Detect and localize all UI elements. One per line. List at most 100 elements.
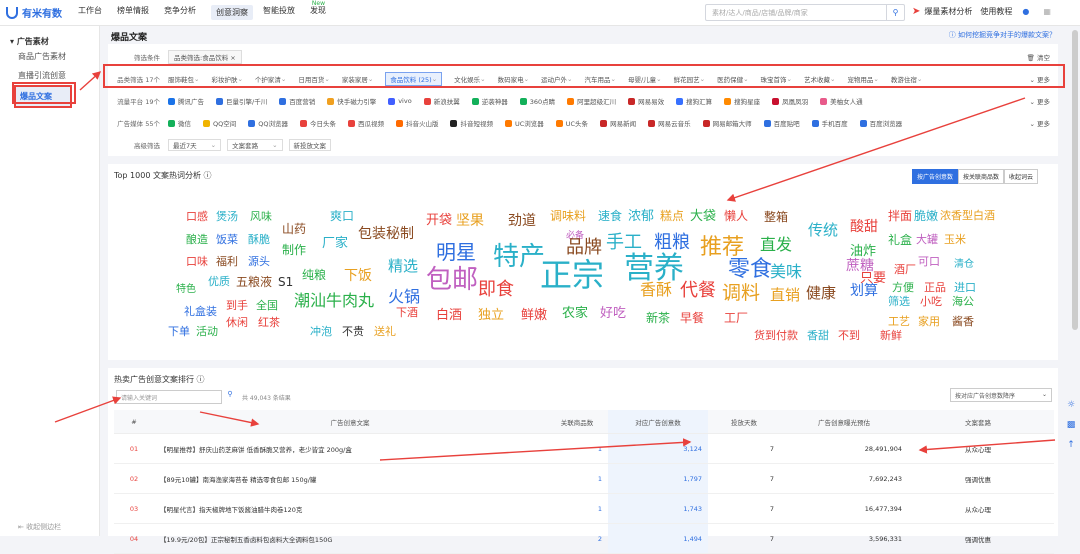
adv-option-9[interactable]: 网易新闻 (600, 118, 636, 128)
advanced-select-1[interactable]: 文案套路 ⌄ (227, 139, 283, 151)
media-logo-icon (388, 97, 396, 105)
adv-option-5[interactable]: 抖音火山版 (395, 118, 439, 128)
tutorial-link[interactable]: 使用教程 (980, 6, 1012, 17)
adv-option-12[interactable]: 百度贴吧 (763, 118, 800, 128)
media-more-button[interactable]: ⌄ 更多 (1029, 96, 1050, 106)
adv-more-button[interactable]: ⌄ 更多 (1029, 118, 1050, 128)
cell-ads-text: 1,797 (683, 474, 702, 483)
wordcloud-word: 礼盒装 (184, 305, 217, 318)
media-option-4[interactable]: vivo (388, 97, 412, 105)
adv-option-13[interactable]: 手机百度 (811, 118, 848, 128)
promo-link[interactable]: 爆量素材分析 (924, 6, 972, 17)
media-option-11[interactable]: 搜狗星座 (724, 96, 760, 106)
adv-option-14[interactable]: 百度浏览器 (859, 118, 902, 128)
table-row[interactable]: 04 【19.9元/20包】正宗秘制五香卤料包卤料大全调料包150G 2 1,494 7… (114, 524, 1054, 554)
wordcloud-word: 糕点 (660, 209, 685, 223)
keyword-search-input[interactable]: 请输入关键词 (116, 390, 222, 404)
nav-item-5[interactable]: 发现 New (310, 0, 326, 20)
adv-option-8[interactable]: UC头条 (555, 118, 588, 128)
table-header-6[interactable]: 文案套路 (908, 410, 1048, 433)
adv-option-label: QQ空间 (213, 120, 237, 128)
nav-item-2[interactable]: 竞争分析 (164, 5, 196, 20)
table-header-0[interactable]: # (114, 410, 154, 433)
cell-text[interactable]: 【明星推荐】舒庆山药芝麻饼 低香酥脆又营养，老少皆宜 200g/盒 (154, 434, 546, 463)
adv-option-7[interactable]: UC浏览器 (504, 118, 544, 128)
table-header-2[interactable]: 关联商品数 (546, 410, 608, 433)
nav-item-3[interactable]: 创意洞察 (211, 5, 253, 20)
media-option-0[interactable]: 腾讯广告 (168, 96, 204, 106)
cell-exposure-text: 28,491,904 (864, 444, 902, 453)
search-icon[interactable]: ⚲ (886, 5, 904, 20)
cell-text-text: 【19.9元/20包】正宗秘制五香卤料包卤料大全调料包150G (160, 535, 333, 544)
active-filter-tag[interactable]: 品类筛选:食品饮料 × (168, 50, 242, 64)
nav-item-0[interactable]: 工作台 (78, 5, 102, 20)
media-option-1[interactable]: 巨量引擎/千川 (216, 96, 267, 106)
keyword-search-icon[interactable]: ⚲ (223, 390, 237, 404)
wordcloud-word: 酱香 (952, 315, 974, 328)
gift-icon[interactable]: ▩ (1067, 420, 1076, 430)
cell-ads-text: 3,124 (683, 444, 702, 453)
table-row[interactable]: 01 【明星推荐】舒庆山药芝麻饼 低香酥脆又营养，老少皆宜 200g/盒 1 3,12… (114, 434, 1054, 464)
help-link[interactable]: ⓘ 如何挖掘竞争对手的爆款文案？ (949, 30, 1056, 40)
sidebar-item-0[interactable]: 商品广告素材 (0, 47, 99, 66)
media-option-13[interactable]: 美柚女人通 (820, 96, 863, 106)
adv-option-1[interactable]: QQ空间 (203, 118, 236, 128)
advanced-select-0[interactable]: 最近7天 ⌄ (168, 139, 222, 151)
user-avatar-icon[interactable]: ● (1022, 7, 1029, 16)
adv-option-4[interactable]: 西瓜视频 (347, 118, 384, 128)
adv-option-0[interactable]: 微信 (168, 118, 191, 128)
adv-option-3[interactable]: 今日头条 (299, 118, 336, 128)
adv-option-10[interactable]: 网易云音乐 (648, 118, 691, 128)
advanced-select-2[interactable]: 新投放文案 (288, 139, 332, 151)
media-option-2[interactable]: 百度营销 (279, 96, 315, 106)
media-option-12[interactable]: 凤凰凤羽 (772, 96, 808, 106)
back-to-top-icon[interactable]: ↑ (1067, 440, 1075, 450)
sidebar-group-ad-material[interactable]: ▾ 广告素材 (10, 36, 99, 47)
media-option-8[interactable]: 阿里超级汇川 (567, 96, 616, 106)
cell-text[interactable]: 【明星代言】指天椒牌地下饭酱油腊牛肉卷120克 (154, 494, 546, 523)
wordcloud-word: 农家 (562, 306, 589, 321)
cell-exposure: 3,596,331 (780, 524, 908, 553)
media-option-9[interactable]: 网易易效 (628, 96, 664, 106)
table-row[interactable]: 03 【明星代言】指天椒牌地下饭酱油腊牛肉卷120克 1 1,743 7 16,477,3… (114, 494, 1054, 524)
wordcloud-word: 清仓 (954, 259, 974, 270)
page-title: 爆品文案 (111, 33, 148, 43)
media-option-7[interactable]: 360点睛 (519, 96, 555, 106)
cell-text[interactable]: 【19.9元/20包】正宗秘制五香卤料包卤料大全调料包150G (154, 524, 546, 553)
nav-item-4[interactable]: 智能投放 (263, 5, 295, 20)
customer-service-icon[interactable]: ☼ (1067, 400, 1075, 410)
nav-item-1[interactable]: 榜单情报 (117, 5, 149, 20)
wordcloud-word: 包装秘制 (358, 226, 414, 242)
media-option-10[interactable]: 搜狗汇算 (676, 96, 712, 106)
sort-select[interactable]: 按对应广告创意数降序 ⌄ (950, 388, 1052, 402)
wordcloud-word: 口味 (186, 255, 208, 268)
collapse-sidebar-button[interactable]: ⇤ 收起侧边栏 (18, 522, 61, 532)
table-header-3[interactable]: 对应广告创意数 (608, 410, 708, 433)
apps-grid-icon[interactable]: ▦ (1043, 7, 1051, 16)
clear-button[interactable]: 🗑 清空 (1027, 52, 1050, 62)
wordcloud-word: 整箱 (764, 210, 789, 224)
wordcloud-word: 玉米 (944, 233, 966, 246)
cell-text[interactable]: 【89元10罐】南海渔家海苔卷 精选零食包邮 150g/罐 (154, 464, 546, 493)
table-header-1[interactable]: 广告创意文案 (154, 410, 546, 433)
table-header-5[interactable]: 广告创意曝光预估 (780, 410, 908, 433)
wordcloud-word: 独立 (478, 308, 505, 323)
media-option-label: 腾讯广告 (178, 98, 204, 106)
global-search[interactable]: 素材/达人/商品/店铺/品牌/商家 ⚲ (705, 4, 905, 21)
wordcloud-word: 明星 (436, 240, 476, 264)
media-logo-icon (676, 97, 684, 105)
table-row[interactable]: 02 【89元10罐】南海渔家海苔卷 精选零食包邮 150g/罐 1 1,797 7 7,… (114, 464, 1054, 494)
adv-option-label: 抖音火山版 (405, 120, 439, 128)
adv-option-11[interactable]: 网易邮箱大师 (702, 118, 752, 128)
media-option-6[interactable]: 逆袭神器 (471, 96, 508, 106)
adv-option-label: 今日头条 (309, 120, 336, 128)
media-option-5[interactable]: 新浪扶翼 (423, 96, 460, 106)
adv-option-2[interactable]: QQ浏览器 (248, 118, 288, 128)
cell-days: 7 (708, 524, 780, 553)
media-option-label: 新浪扶翼 (433, 98, 460, 106)
adv-option-6[interactable]: 抖音短视频 (450, 118, 493, 128)
scrollbar[interactable] (1072, 30, 1078, 330)
table-header-4[interactable]: 投放天数 (708, 410, 780, 433)
logo[interactable]: 有米有数 (6, 5, 66, 20)
media-option-3[interactable]: 快手磁力引擎 (327, 96, 376, 106)
